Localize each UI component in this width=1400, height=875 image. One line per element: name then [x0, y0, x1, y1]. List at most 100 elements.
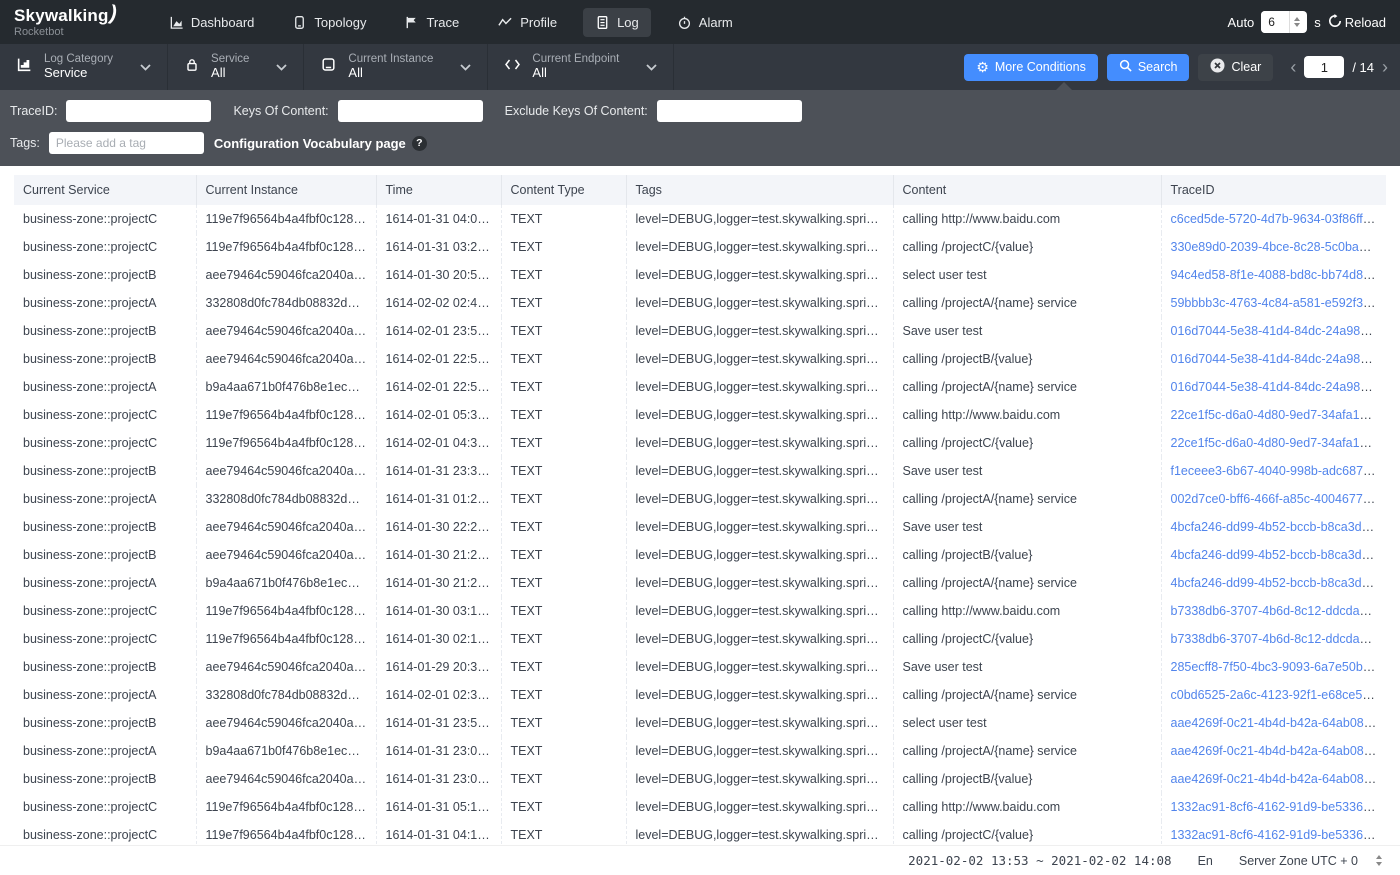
- time-range-picker[interactable]: 2021-02-02 13:53 ~ 2021-02-02 14:08: [908, 853, 1171, 868]
- table-row[interactable]: business-zone::projectA332808d0fc784db08…: [14, 289, 1386, 317]
- trace-id-link[interactable]: aae4269f-0c21-4b4d-b42a-64ab08808ac8: [1171, 716, 1387, 730]
- trace-id-link[interactable]: c0bd6525-2a6c-4123-92f1-e68ce57f767d: [1171, 688, 1387, 702]
- exclude-keys-input[interactable]: [657, 100, 802, 122]
- trace-id-link[interactable]: 4bcfa246-dd99-4b52-bccb-b8ca3dc5fc94: [1171, 520, 1387, 534]
- service-select[interactable]: Service All: [168, 44, 304, 90]
- cell-service: business-zone::projectC: [14, 625, 196, 653]
- language-toggle[interactable]: En: [1198, 854, 1213, 868]
- trace-id-link[interactable]: 016d7044-5e38-41d4-84dc-24a98624a30e: [1171, 380, 1387, 394]
- filter-toolbar: Log Category Service Service All Current…: [0, 44, 1400, 90]
- prev-page-icon[interactable]: ‹: [1290, 58, 1296, 76]
- nav-item-dashboard[interactable]: Dashboard: [157, 8, 267, 37]
- more-conditions-button[interactable]: ⚙ More Conditions: [964, 54, 1098, 81]
- trace-id-link[interactable]: 22ce1f5c-d6a0-4d80-9ed7-34afa1be2490: [1171, 436, 1387, 450]
- endpoint-icon: [504, 58, 521, 76]
- auto-seconds-input[interactable]: [1261, 11, 1289, 33]
- table-row[interactable]: business-zone::projectBaee79464c59046fca…: [14, 765, 1386, 793]
- cell-content: calling http://www.baidu.com: [893, 205, 1161, 233]
- tags-input[interactable]: [49, 132, 204, 154]
- cell-instance: 119e7f96564b4a4fbf0c128a7b0...: [196, 429, 376, 457]
- trace-id-link[interactable]: c6ced5de-5720-4d7b-9634-03f86ff55d30: [1171, 212, 1387, 226]
- more-conditions-panel: TraceID: Keys Of Content: Exclude Keys O…: [0, 90, 1400, 166]
- table-row[interactable]: business-zone::projectBaee79464c59046fca…: [14, 653, 1386, 681]
- trace-id-link[interactable]: 59bbbb3c-4763-4c84-a581-e592f39865bd: [1171, 296, 1387, 310]
- trace-id-link[interactable]: 1332ac91-8cf6-4162-91d9-be53361168a9: [1171, 800, 1387, 814]
- trace-id-link[interactable]: 285ecff8-7f50-4bc3-9093-6a7e50b6a9a3: [1171, 660, 1387, 674]
- page-input[interactable]: [1304, 56, 1344, 78]
- trace-id-link[interactable]: 4bcfa246-dd99-4b52-bccb-b8ca3dc5fc94: [1171, 548, 1387, 562]
- profile-icon: [497, 15, 513, 30]
- table-row[interactable]: business-zone::projectC119e7f96564b4a4fb…: [14, 233, 1386, 261]
- nav-item-topology[interactable]: Topology: [280, 8, 378, 37]
- app-logo[interactable]: Skywalking ) Rocketbot: [14, 7, 117, 38]
- trace-id-link[interactable]: 016d7044-5e38-41d4-84dc-24a98624a30e: [1171, 352, 1387, 366]
- trace-id-link[interactable]: aae4269f-0c21-4b4d-b42a-64ab08808ac8: [1171, 772, 1387, 786]
- table-row[interactable]: business-zone::projectA332808d0fc784db08…: [14, 681, 1386, 709]
- trace-id-link[interactable]: 4bcfa246-dd99-4b52-bccb-b8ca3dc5fc94: [1171, 576, 1387, 590]
- keys-of-content-input[interactable]: [338, 100, 483, 122]
- table-row[interactable]: business-zone::projectC119e7f96564b4a4fb…: [14, 597, 1386, 625]
- clear-button[interactable]: Clear: [1198, 54, 1273, 81]
- cell-trace_id: 016d7044-5e38-41d4-84dc-24a98624a30e: [1161, 317, 1386, 345]
- trace-id-link[interactable]: aae4269f-0c21-4b4d-b42a-64ab08808ac8: [1171, 744, 1387, 758]
- cell-service: business-zone::projectA: [14, 569, 196, 597]
- nav-label: Topology: [314, 15, 366, 30]
- table-row[interactable]: business-zone::projectAb9a4aa671b0f476b8…: [14, 737, 1386, 765]
- cell-trace_id: 4bcfa246-dd99-4b52-bccb-b8ca3dc5fc94: [1161, 569, 1386, 597]
- log-category-select[interactable]: Log Category Service: [0, 44, 168, 90]
- table-row[interactable]: business-zone::projectC119e7f96564b4a4fb…: [14, 793, 1386, 821]
- trace-id-link[interactable]: b7338db6-3707-4b6d-8c12-ddcdabbdb45a: [1171, 604, 1387, 618]
- trace-id-input[interactable]: [66, 100, 211, 122]
- trace-id-link[interactable]: 002d7ce0-bff6-466f-a85c-4004677d8fbf: [1171, 492, 1387, 506]
- table-row[interactable]: business-zone::projectA332808d0fc784db08…: [14, 485, 1386, 513]
- trace-id-link[interactable]: 016d7044-5e38-41d4-84dc-24a98624a30e: [1171, 324, 1387, 338]
- reload-button[interactable]: Reload: [1328, 14, 1386, 31]
- tags-label: Tags:: [10, 136, 40, 150]
- table-row[interactable]: business-zone::projectBaee79464c59046fca…: [14, 541, 1386, 569]
- nav-item-profile[interactable]: Profile: [485, 8, 569, 37]
- current-endpoint-select[interactable]: Current Endpoint All: [488, 44, 674, 90]
- cell-instance: 119e7f96564b4a4fbf0c128a7b0...: [196, 793, 376, 821]
- trace-id-link[interactable]: 1332ac91-8cf6-4162-91d9-be53361168a9: [1171, 828, 1387, 842]
- table-row[interactable]: business-zone::projectBaee79464c59046fca…: [14, 457, 1386, 485]
- trace-id-link[interactable]: f1eceee3-6b67-4040-998b-adc6871261c1: [1171, 464, 1387, 478]
- table-row[interactable]: business-zone::projectBaee79464c59046fca…: [14, 261, 1386, 289]
- trace-id-link[interactable]: 94c4ed58-8f1e-4088-bd8c-bb74d8eca703: [1171, 268, 1387, 282]
- cell-time: 1614-02-01 02:31:08: [376, 681, 501, 709]
- log-icon: [595, 15, 610, 30]
- table-row[interactable]: business-zone::projectBaee79464c59046fca…: [14, 317, 1386, 345]
- table-row[interactable]: business-zone::projectC119e7f96564b4a4fb…: [14, 205, 1386, 233]
- cell-service: business-zone::projectA: [14, 737, 196, 765]
- nav-item-trace[interactable]: Trace: [392, 8, 471, 37]
- cell-instance: b9a4aa671b0f476b8e1ece6fd8f...: [196, 373, 376, 401]
- timezone-stepper[interactable]: [1376, 855, 1382, 866]
- table-row[interactable]: business-zone::projectAb9a4aa671b0f476b8…: [14, 373, 1386, 401]
- search-button[interactable]: Search: [1107, 54, 1190, 81]
- table-row[interactable]: business-zone::projectBaee79464c59046fca…: [14, 709, 1386, 737]
- next-page-icon[interactable]: ›: [1382, 58, 1388, 76]
- table-row[interactable]: business-zone::projectBaee79464c59046fca…: [14, 345, 1386, 373]
- cell-time: 1614-02-01 04:34:01: [376, 429, 501, 457]
- cell-service: business-zone::projectA: [14, 373, 196, 401]
- cell-type: TEXT: [501, 513, 626, 541]
- table-row[interactable]: business-zone::projectC119e7f96564b4a4fb…: [14, 429, 1386, 457]
- table-row[interactable]: business-zone::projectAb9a4aa671b0f476b8…: [14, 569, 1386, 597]
- cell-instance: 332808d0fc784db08832d40f683...: [196, 485, 376, 513]
- cell-trace_id: f1eceee3-6b67-4040-998b-adc6871261c1: [1161, 457, 1386, 485]
- current-instance-select[interactable]: Current Instance All: [304, 44, 488, 90]
- table-row[interactable]: business-zone::projectBaee79464c59046fca…: [14, 513, 1386, 541]
- cell-time: 1614-02-02 02:41:05: [376, 289, 501, 317]
- trace-id-link[interactable]: 22ce1f5c-d6a0-4d80-9ed7-34afa1be2490: [1171, 408, 1387, 422]
- vocabulary-page-link[interactable]: Configuration Vocabulary page: [214, 136, 406, 151]
- nav-item-alarm[interactable]: Alarm: [665, 8, 745, 37]
- nav-item-log[interactable]: Log: [583, 8, 651, 37]
- auto-seconds-stepper[interactable]: [1289, 11, 1304, 33]
- help-icon[interactable]: ?: [412, 136, 427, 151]
- cell-tags: level=DEBUG,logger=test.skywalking.sprin…: [626, 373, 893, 401]
- trace-id-link[interactable]: 330e89d0-2039-4bce-8c28-5c0ba6bc8ce7: [1171, 240, 1387, 254]
- trace-id-link[interactable]: b7338db6-3707-4b6d-8c12-ddcdabbdb45a: [1171, 632, 1387, 646]
- cell-time: 1614-01-31 23:01:08: [376, 737, 501, 765]
- table-row[interactable]: business-zone::projectC119e7f96564b4a4fb…: [14, 625, 1386, 653]
- table-row[interactable]: business-zone::projectC119e7f96564b4a4fb…: [14, 401, 1386, 429]
- cell-type: TEXT: [501, 765, 626, 793]
